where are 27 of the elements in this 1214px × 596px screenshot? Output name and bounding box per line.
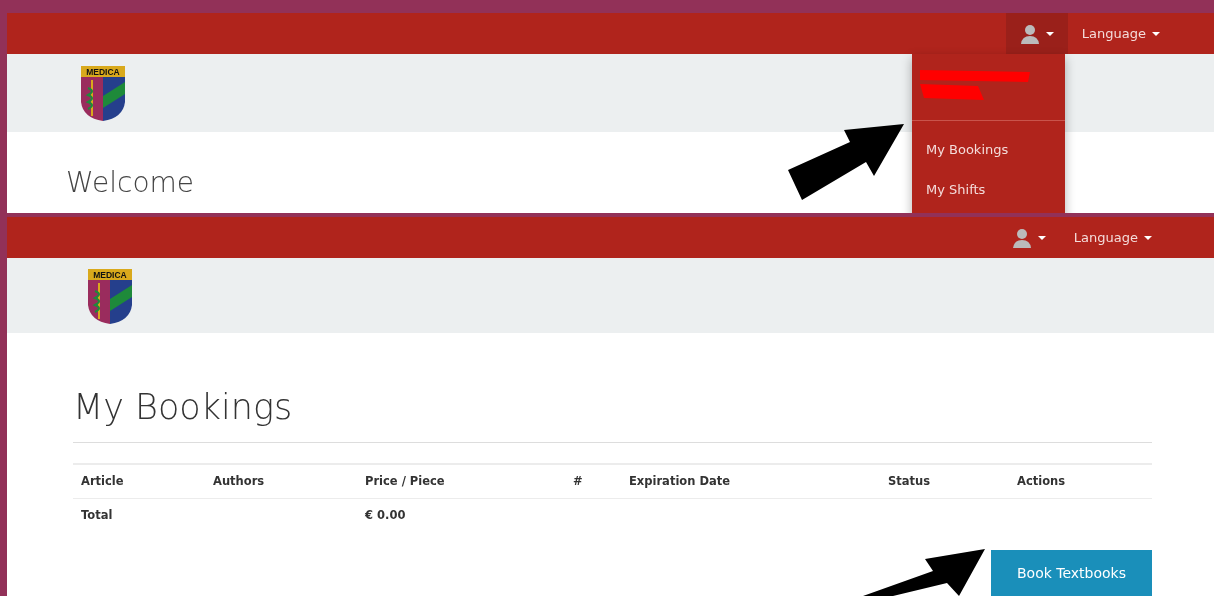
column-header: Article (73, 464, 205, 499)
logo-text: MEDICA (86, 67, 120, 77)
table-cell: Total (73, 498, 205, 533)
caret-icon (1144, 235, 1152, 240)
caret-icon (1045, 31, 1054, 36)
shield-drawing (88, 269, 132, 324)
shield-drawing (81, 66, 125, 121)
dropdown-item[interactable]: My Shifts (926, 180, 986, 200)
column-header: Actions (1009, 464, 1152, 499)
column-header: Price / Piece (357, 464, 565, 499)
caret-icon (1152, 31, 1160, 36)
user-menu-button[interactable] (1005, 13, 1068, 54)
user-icon (1011, 227, 1032, 248)
column-header: Authors (205, 464, 357, 499)
column-header: Status (880, 464, 1009, 499)
caret-icon (1037, 235, 1046, 240)
user-icon (1019, 23, 1040, 44)
dropdown-item[interactable]: My Bookings (926, 140, 1009, 160)
page-heading: Welcome (66, 166, 195, 200)
language-menu[interactable]: Language (1059, 217, 1152, 258)
page-heading: My Bookings (73, 386, 293, 428)
language-menu[interactable]: Language (1067, 13, 1160, 54)
table-cell: € 0.00 (357, 498, 565, 533)
book-textbooks-button[interactable]: Book Textbooks (991, 550, 1152, 596)
logo-text: MEDICA (93, 270, 127, 280)
column-header: # (565, 464, 621, 499)
column-header: Expiration Date (621, 464, 880, 499)
